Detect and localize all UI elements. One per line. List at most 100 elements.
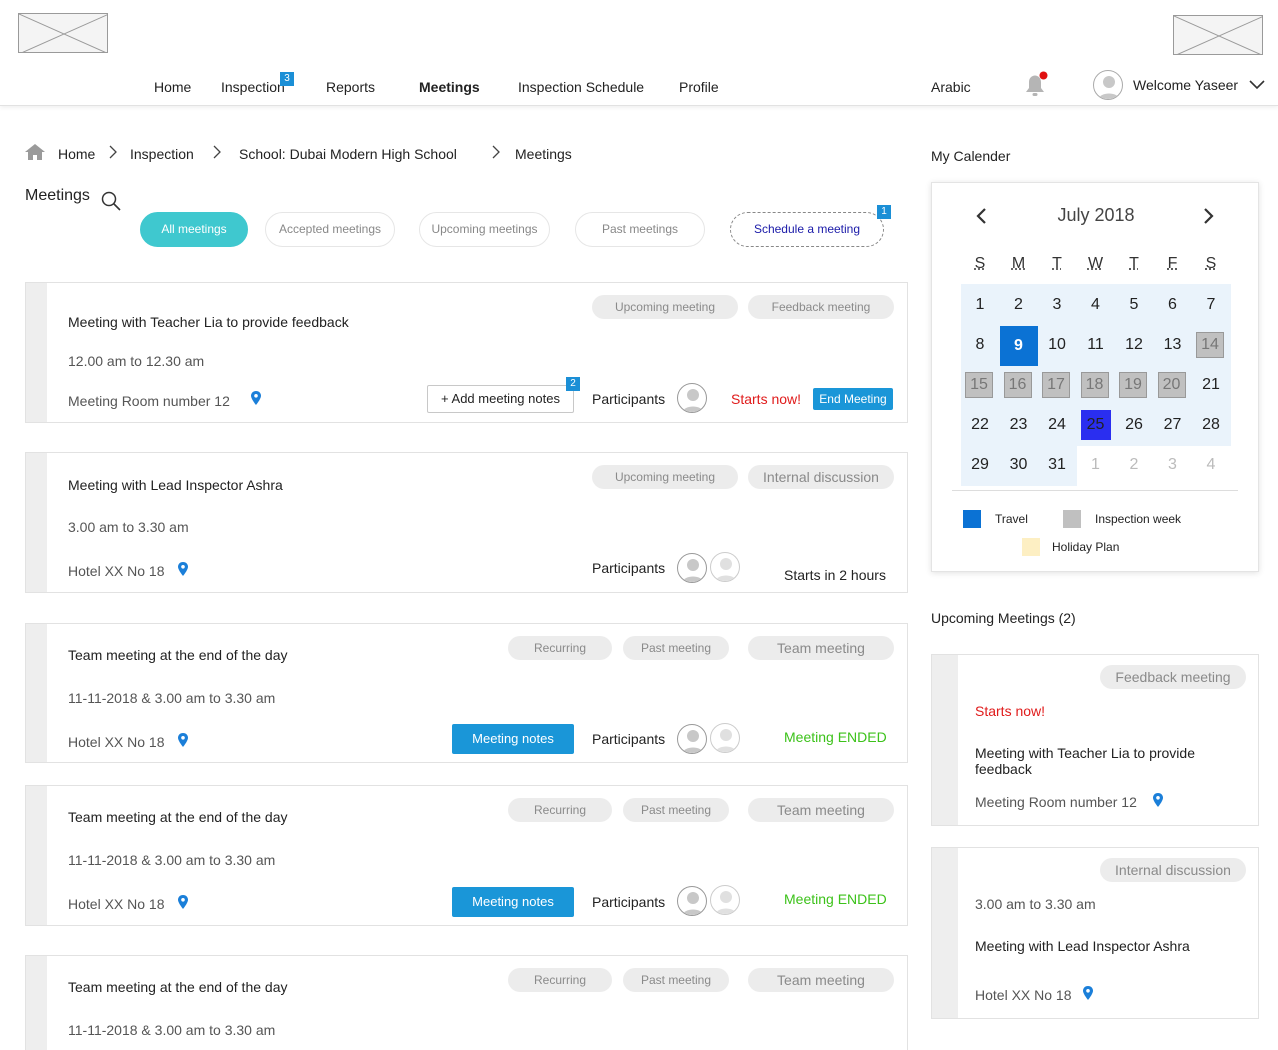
calendar-day[interactable]: 15 (965, 372, 993, 398)
nav-home[interactable]: Home (154, 79, 191, 95)
meeting-card[interactable]: Team meeting at the end of the day 11-11… (25, 955, 908, 1050)
legend-inspection-swatch (1063, 510, 1081, 528)
calendar-day[interactable]: 27 (1154, 406, 1192, 444)
chevron-down-icon[interactable] (1249, 80, 1265, 90)
meeting-location: Meeting Room number 12 (68, 393, 230, 409)
calendar-day[interactable]: 19 (1119, 372, 1147, 398)
user-avatar-icon[interactable] (1093, 70, 1123, 100)
calendar-day[interactable]: 2 (1115, 446, 1153, 484)
end-meeting-button[interactable]: End Meeting (813, 388, 893, 410)
breadcrumb-home[interactable]: Home (58, 146, 95, 162)
meeting-tag: Past meeting (623, 968, 729, 992)
calendar-day[interactable]: 3 (1154, 446, 1192, 484)
meeting-card[interactable]: Team meeting at the end of the day 11-11… (25, 785, 908, 926)
calendar-weekday: S (974, 255, 986, 272)
calendar-day[interactable]: 26 (1115, 406, 1153, 444)
meeting-title: Meeting with Lead Inspector Ashra (68, 477, 283, 493)
page-title: Meetings (25, 187, 90, 204)
nav-inspection-schedule[interactable]: Inspection Schedule (518, 79, 644, 95)
calendar-day[interactable]: 12 (1115, 326, 1153, 364)
chevron-right-icon[interactable] (1202, 207, 1216, 225)
meeting-tag: Team meeting (748, 968, 894, 992)
calendar-day[interactable]: 2 (1000, 286, 1038, 324)
nav-reports[interactable]: Reports (326, 79, 375, 95)
location-pin-icon (178, 895, 188, 909)
bell-icon[interactable] (1020, 70, 1050, 100)
nav-profile[interactable]: Profile (679, 79, 719, 95)
participant-avatar-icon[interactable] (677, 383, 707, 413)
calendar-day[interactable]: 24 (1038, 406, 1076, 444)
home-icon[interactable] (24, 143, 46, 161)
location-pin-icon (1083, 986, 1093, 1000)
participant-avatar-icon[interactable] (710, 885, 740, 915)
meeting-card[interactable]: Meeting with Teacher Lia to provide feed… (25, 282, 908, 423)
participant-avatar-icon[interactable] (677, 724, 707, 754)
meeting-card[interactable]: Team meeting at the end of the day 11-11… (25, 623, 908, 763)
calendar-day[interactable]: 7 (1192, 286, 1230, 324)
calendar-day[interactable]: 4 (1077, 286, 1115, 324)
meeting-tag: Past meeting (623, 636, 729, 660)
calendar-day[interactable]: 30 (1000, 446, 1038, 484)
calendar-day[interactable]: 5 (1115, 286, 1153, 324)
calendar-day[interactable]: 10 (1038, 326, 1076, 364)
meeting-notes-button[interactable]: Meeting notes (452, 724, 574, 754)
meeting-time: 3.00 am to 3.30 am (68, 519, 189, 535)
breadcrumb-inspection[interactable]: Inspection (130, 146, 194, 162)
meeting-card[interactable]: Meeting with Lead Inspector Ashra 3.00 a… (25, 452, 908, 593)
breadcrumb-separator-icon (491, 145, 501, 162)
calendar-day[interactable]: 1 (1077, 446, 1115, 484)
meeting-notes-button[interactable]: Meeting notes (452, 887, 574, 917)
calendar-day[interactable]: 21 (1192, 366, 1230, 404)
calendar-day[interactable]: 8 (961, 326, 999, 364)
calendar-day[interactable]: 11 (1077, 326, 1115, 364)
calendar-day[interactable]: 18 (1080, 372, 1109, 398)
language-toggle[interactable]: Arabic (931, 79, 971, 95)
calendar-day[interactable]: 25 (1080, 410, 1111, 440)
filter-upcoming-meetings[interactable]: Upcoming meetings (419, 212, 550, 247)
calendar-day[interactable]: 22 (961, 406, 999, 444)
schedule-meeting-button[interactable]: Schedule a meeting (730, 212, 884, 247)
calendar-day[interactable]: 4 (1192, 446, 1230, 484)
meeting-title: Team meeting at the end of the day (68, 647, 288, 663)
participant-avatar-icon[interactable] (710, 552, 740, 582)
welcome-user[interactable]: Welcome Yaseer (1133, 77, 1238, 93)
search-icon[interactable] (100, 190, 122, 212)
participants-label: Participants (592, 560, 666, 576)
breadcrumb-school[interactable]: School: Dubai Modern High School (239, 146, 457, 162)
filter-all-meetings[interactable]: All meetings (140, 212, 248, 247)
calendar-day[interactable]: 13 (1154, 326, 1192, 364)
participant-avatar-icon[interactable] (677, 886, 707, 916)
filter-accepted-meetings[interactable]: Accepted meetings (265, 212, 395, 247)
filter-past-meetings[interactable]: Past meetings (575, 212, 705, 247)
legend-holiday-label: Holiday Plan (1052, 540, 1120, 554)
upcoming-meeting-card[interactable]: Internal discussion 3.00 am to 3.30 am M… (931, 847, 1259, 1019)
calendar-day[interactable]: 16 (1003, 372, 1032, 398)
upcoming-meeting-card[interactable]: Feedback meeting Starts now! Meeting wit… (931, 654, 1259, 826)
calendar-day[interactable]: 14 (1196, 332, 1224, 358)
schedule-meeting-badge: 1 (877, 205, 891, 219)
calendar-day[interactable]: 29 (961, 446, 999, 484)
add-meeting-notes-button[interactable]: + Add meeting notes (427, 385, 574, 413)
calendar-day[interactable]: 23 (1000, 406, 1038, 444)
calendar-weekday: T (1129, 255, 1139, 272)
nav-meetings[interactable]: Meetings (419, 79, 480, 95)
calendar-day[interactable]: 9 (999, 326, 1038, 366)
meeting-time: 11-11-2018 & 3.00 am to 3.30 am (68, 1022, 276, 1038)
calendar-day[interactable]: 3 (1038, 286, 1076, 324)
calendar-day[interactable]: 31 (1038, 446, 1076, 484)
nav-inspection[interactable]: Inspection (221, 79, 285, 95)
calendar-weekday: F (1167, 255, 1178, 272)
calendar-day[interactable]: 1 (961, 286, 999, 324)
calendar-day[interactable]: 20 (1157, 372, 1186, 398)
calendar-day[interactable]: 6 (1154, 286, 1192, 324)
calendar-day[interactable]: 28 (1192, 406, 1230, 444)
participant-avatar-icon[interactable] (677, 553, 707, 583)
meeting-tag: Feedback meeting (1100, 665, 1246, 689)
calendar-weekday: W (1087, 255, 1104, 272)
location-pin-icon (178, 562, 188, 576)
participant-avatar-icon[interactable] (710, 723, 740, 753)
participants-label: Participants (592, 391, 666, 407)
calendar-day[interactable]: 17 (1042, 372, 1070, 398)
meeting-tag: Upcoming meeting (592, 295, 738, 319)
meeting-tag: Recurring (508, 968, 612, 992)
